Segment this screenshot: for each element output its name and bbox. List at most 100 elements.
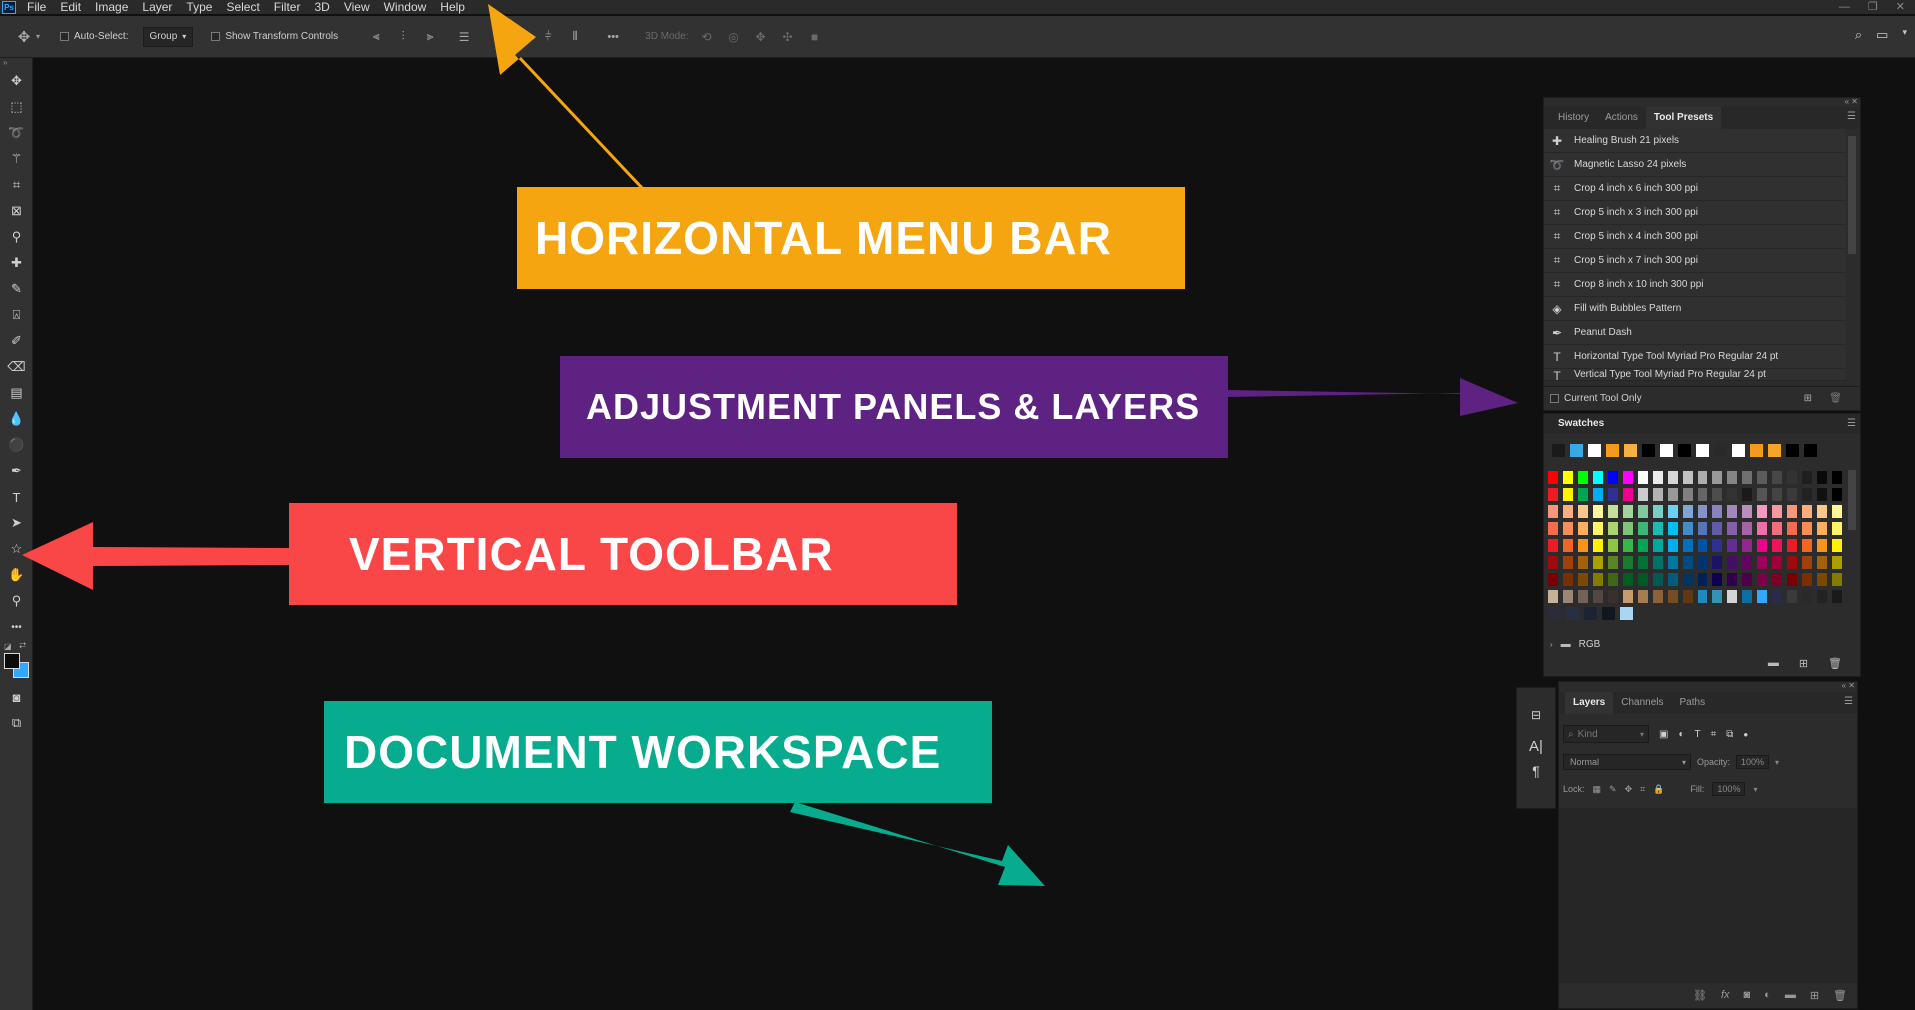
swatch[interactable] [1697,522,1708,535]
panel-menu-icon[interactable]: ☰ [1847,418,1856,429]
swatch[interactable] [1682,522,1693,535]
swatch[interactable] [1802,471,1813,484]
type-filter-icon[interactable]: T [1695,729,1701,740]
swatch[interactable] [1757,488,1768,501]
show-transform-checkbox[interactable]: Show Transform Controls [211,31,338,42]
swatch[interactable] [1622,505,1633,518]
recent-swatch[interactable] [1570,444,1583,457]
swatch[interactable] [1712,488,1723,501]
current-tool-only-row[interactable]: Current Tool Only ⊞ 🗑 [1544,386,1860,410]
swatch[interactable] [1832,556,1843,569]
chevron-right-icon[interactable]: › [1550,640,1553,649]
swatch[interactable] [1712,539,1723,552]
swatch[interactable] [1607,488,1618,501]
swatch[interactable] [1607,556,1618,569]
shape-filter-icon[interactable]: ⌗ [1711,729,1717,740]
swatch[interactable] [1577,471,1588,484]
swatch[interactable] [1757,471,1768,484]
distribute-icon[interactable]: ⫴ [565,27,585,47]
swatch[interactable] [1548,488,1558,501]
menu-edit[interactable]: Edit [53,0,88,14]
swatch[interactable] [1832,505,1843,518]
lock-transparent-icon[interactable]: ▦ [1593,784,1602,795]
pen-tool-icon[interactable]: ✒ [0,458,33,484]
swatch[interactable] [1607,522,1618,535]
align-top-icon[interactable]: ☰ [454,27,474,47]
swatch[interactable] [1577,522,1588,535]
edit-toolbar-icon[interactable]: ••• [0,614,33,640]
new-swatch-icon[interactable]: ⊞ [1799,657,1808,670]
lock-image-icon[interactable]: ✎ [1609,784,1617,795]
stamp-tool-icon[interactable]: ⍓ [0,302,33,328]
swatch[interactable] [1592,488,1603,501]
close-icon[interactable]: ✕ [1896,0,1905,14]
lock-artboard-icon[interactable]: ⌗ [1640,784,1645,795]
filter-toggle-icon[interactable]: ● [1743,730,1748,739]
list-item[interactable]: T Horizontal Type Tool Myriad Pro Regular… [1544,345,1846,369]
fill-input[interactable]: 100% [1712,782,1746,796]
zoom-tool-icon[interactable]: ⚲ [0,588,33,614]
menu-type[interactable]: Type [179,0,219,14]
list-item[interactable]: ⌗ Crop 5 inch x 3 inch 300 ppi [1544,201,1846,225]
tab-layers[interactable]: Layers [1565,692,1614,714]
swatch[interactable] [1832,471,1843,484]
swatch[interactable] [1712,505,1723,518]
list-item[interactable]: ⌗ Crop 5 inch x 7 inch 300 ppi [1544,249,1846,273]
swatch[interactable] [1817,539,1828,552]
adjustment-layer-icon[interactable]: ◐ [1764,989,1771,1002]
recent-swatch[interactable] [1804,444,1817,457]
adjustment-filter-icon[interactable]: ◐ [1678,729,1684,740]
color-swatches[interactable]: ◪ ⮂ [0,640,32,684]
swatch[interactable] [1742,471,1753,484]
swatch[interactable] [1682,471,1693,484]
swatch[interactable] [1742,590,1753,603]
swatch[interactable] [1548,522,1558,535]
new-folder-icon[interactable]: ▬ [1768,657,1779,670]
align-right-icon[interactable]: ⫸ [420,27,440,47]
panel-collapse-icon[interactable]: « ✕ [1842,681,1855,690]
swatch[interactable] [1787,573,1798,586]
menu-image[interactable]: Image [88,0,135,14]
swatch[interactable] [1562,505,1573,518]
swatch[interactable] [1548,556,1558,569]
swatch[interactable] [1727,488,1738,501]
swatch[interactable] [1802,539,1813,552]
swatch[interactable] [1577,556,1588,569]
swatch[interactable] [1562,556,1573,569]
align-left-icon[interactable]: ⫷ [366,27,386,47]
chevron-down-icon[interactable]: ▾ [1775,758,1779,767]
scrollbar-thumb[interactable] [1848,470,1856,530]
swatch[interactable] [1697,573,1708,586]
swatch[interactable] [1652,522,1663,535]
paragraph-icon[interactable]: ¶ [1517,763,1555,779]
panel-menu-icon[interactable]: ☰ [1844,696,1853,707]
recent-swatch[interactable] [1768,444,1781,457]
delete-icon[interactable]: 🗑 [1833,989,1847,1002]
swatch[interactable] [1697,471,1708,484]
swatch[interactable] [1652,488,1663,501]
swatch[interactable] [1637,505,1648,518]
swatch[interactable] [1652,471,1663,484]
align-center-icon[interactable]: ⫶ [393,27,413,47]
tab-tool-presets[interactable]: Tool Presets [1645,107,1722,129]
swatch[interactable] [1772,590,1783,603]
swatch[interactable] [1697,556,1708,569]
swatch[interactable] [1802,488,1813,501]
swatch[interactable] [1787,522,1798,535]
3d-pan-icon[interactable]: ✥ [751,27,771,47]
search-icon[interactable]: ⌕ [1855,27,1862,43]
swatch[interactable] [1832,522,1843,535]
swatch[interactable] [1548,590,1558,603]
panel-menu-icon[interactable]: ☰ [1847,111,1856,122]
swatch[interactable] [1742,522,1753,535]
pixel-filter-icon[interactable]: ▣ [1659,729,1668,740]
swatch[interactable] [1592,573,1603,586]
swatch[interactable] [1712,471,1723,484]
lock-all-icon[interactable]: 🔒 [1653,784,1664,795]
more-options-icon[interactable]: ••• [603,27,623,47]
chevron-down-icon[interactable]: ▾ [36,32,40,41]
swatch[interactable] [1667,556,1678,569]
swatch[interactable] [1622,522,1633,535]
swatch[interactable] [1772,573,1783,586]
swatch[interactable] [1772,471,1783,484]
